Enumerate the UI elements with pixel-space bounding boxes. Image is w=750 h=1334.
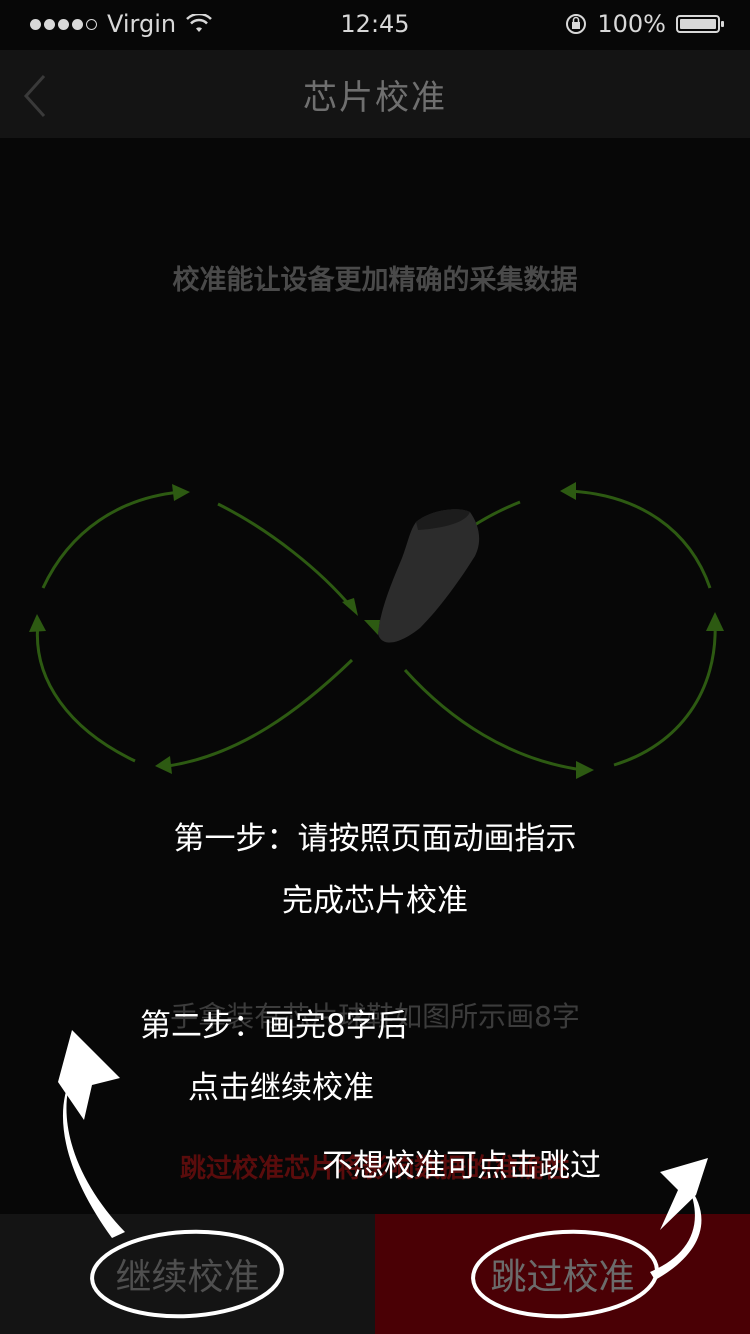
status-bar: Virgin 12:45 100% <box>0 0 750 48</box>
arrow-head-icon <box>172 484 190 501</box>
step1-line1: 第一步：请按照页面动画指示 <box>173 821 577 857</box>
arrow-head-icon <box>560 482 576 500</box>
step1-annotation: 第一步：请按照页面动画指示 完成芯片校准 <box>0 808 750 932</box>
continue-calibration-button[interactable]: 继续校准 <box>0 1214 375 1334</box>
step1-line2: 完成芯片校准 <box>282 883 468 919</box>
arrow-head-icon <box>576 761 594 779</box>
figure-eight-illustration <box>29 482 724 779</box>
arrow-head-icon <box>364 620 380 635</box>
arrow-head-icon <box>155 756 172 774</box>
direction-arrows <box>29 482 724 779</box>
back-button[interactable] <box>18 68 68 120</box>
calibration-subtitle: 校准能让设备更加精确的采集数据 <box>172 265 578 296</box>
sock-shoe-icon <box>378 509 480 643</box>
skip-note: 不想校准可点击跳过 <box>322 1148 601 1184</box>
battery-icon <box>676 15 724 33</box>
arrow-head-icon <box>29 614 46 632</box>
page-title: 芯片校准 <box>303 77 447 118</box>
skip-calibration-button[interactable]: 跳过校准 <box>375 1214 750 1334</box>
chevron-left-icon <box>23 74 46 118</box>
nav-bar: 芯片校准 <box>0 50 750 138</box>
step2-line2: 点击继续校准 <box>188 1070 374 1106</box>
status-time: 12:45 <box>340 10 410 38</box>
curved-arrow-icon <box>58 1030 125 1238</box>
arrow-head-icon <box>706 612 724 631</box>
step2-line1: 第二步：画完8字后 <box>140 1008 408 1044</box>
bottom-actions: 继续校准 跳过校准 <box>0 1214 750 1334</box>
